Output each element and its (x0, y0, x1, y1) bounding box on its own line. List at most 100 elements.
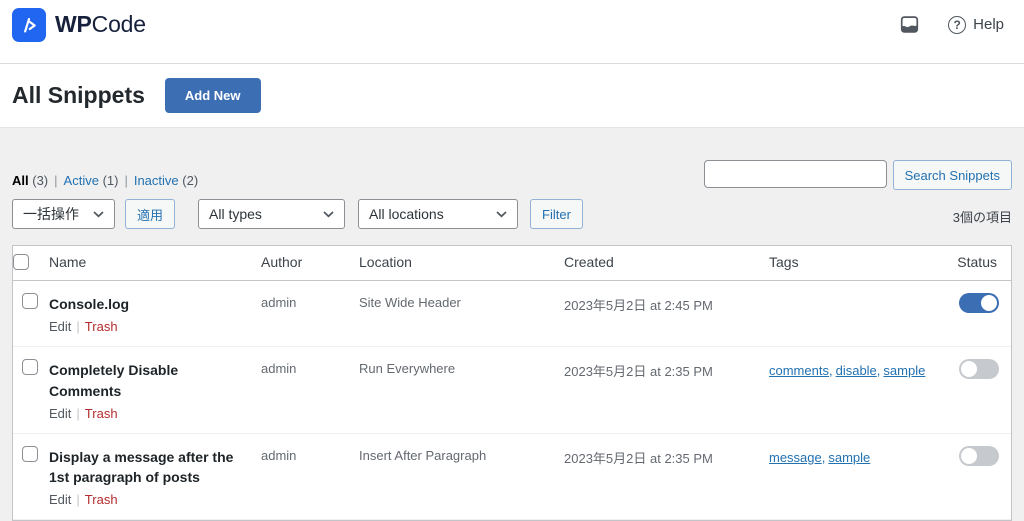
column-header-tags: Tags (769, 246, 919, 280)
snippet-name-link[interactable]: Console.log (49, 294, 129, 314)
status-filter-links: All (3) | Active (1) | Inactive (2) (12, 173, 198, 188)
page-title: All Snippets (12, 82, 145, 109)
help-button[interactable]: ? Help (948, 16, 1004, 34)
separator: | (54, 173, 57, 188)
status-toggle[interactable] (959, 293, 999, 313)
status-cell (919, 434, 1011, 520)
search-input[interactable] (704, 160, 887, 188)
tag-link[interactable]: message (769, 450, 822, 465)
type-filter-value: All types (209, 206, 262, 222)
trash-link[interactable]: Trash (85, 492, 118, 507)
tag-link[interactable]: sample (828, 450, 870, 465)
location-cell: Insert After Paragraph (359, 434, 564, 520)
toggle-knob (961, 448, 977, 464)
search-form: Search Snippets (704, 160, 1012, 190)
row-actions: Edit | Trash (49, 319, 237, 334)
type-filter-select[interactable]: All types (198, 199, 345, 229)
separator: | (76, 319, 79, 334)
chevron-down-icon (93, 211, 104, 218)
status-toggle[interactable] (959, 446, 999, 466)
column-header-location: Location (359, 246, 564, 280)
wpcode-logo-icon (12, 8, 46, 42)
status-toggle[interactable] (959, 359, 999, 379)
view-all-count: (3) (32, 173, 48, 188)
table-row: Console.log Edit|Trash admin Site Wide H… (13, 281, 1011, 347)
separator: , (822, 450, 826, 465)
author-cell: admin (261, 347, 359, 433)
created-cell: 2023年5月2日 at 2:35 PM (564, 347, 769, 433)
brand-code: Code (92, 11, 146, 37)
help-label: Help (973, 16, 1004, 33)
wpcode-brand: WPCode (12, 8, 146, 42)
row-checkbox[interactable] (22, 293, 38, 309)
view-inactive-link[interactable]: Inactive (2) (134, 173, 198, 188)
tags-cell: comments,disable,sample (769, 347, 919, 433)
chevron-down-icon (323, 211, 334, 218)
view-inactive-count: (2) (182, 173, 198, 188)
view-all-link[interactable]: All (3) (12, 173, 48, 188)
separator: | (124, 173, 127, 188)
view-all-label: All (12, 173, 29, 188)
column-header-author: Author (261, 246, 359, 280)
snippet-name-link[interactable]: Completely Disable Comments (49, 360, 237, 401)
chevron-down-icon (496, 211, 507, 218)
created-cell: 2023年5月2日 at 2:35 PM (564, 434, 769, 520)
edit-link[interactable]: Edit (49, 492, 71, 507)
tag-link[interactable]: comments (769, 363, 829, 378)
add-new-button[interactable]: Add New (165, 78, 261, 113)
name-cell: Display a message after the 1st paragrap… (49, 434, 261, 520)
name-cell: Console.log Edit | Trash (49, 281, 261, 346)
separator: , (829, 363, 833, 378)
row-actions: Edit | Trash (49, 492, 237, 507)
table-row: Completely Disable Comments Edit | Trash a… (13, 347, 1011, 434)
row-actions: Edit | Trash (49, 406, 237, 421)
view-active-count: (1) (103, 173, 119, 188)
page-header: All Snippets Add New (0, 64, 1024, 128)
edit-link[interactable]: Edit (49, 406, 71, 421)
column-header-status: Status (919, 246, 1011, 280)
brand-wp: WP (55, 11, 92, 37)
filter-button[interactable]: Filter (530, 199, 583, 229)
bulk-actions-row: 一括操作 適用 All types All locations Filter 3… (12, 199, 1012, 229)
table-row: Display a message after the 1st paragrap… (13, 434, 1011, 521)
row-checkbox-cell (13, 347, 49, 433)
status-cell (919, 281, 1011, 346)
location-filter-select[interactable]: All locations (358, 199, 518, 229)
separator: , (877, 363, 881, 378)
status-cell (919, 347, 1011, 433)
tags-cell: message,sample (769, 434, 919, 520)
view-active-link[interactable]: Active (1) (64, 173, 119, 188)
notifications-icon[interactable] (899, 14, 920, 35)
trash-link[interactable]: Trash (85, 319, 118, 334)
author-cell: admin (261, 281, 359, 346)
name-cell: Completely Disable Comments Edit | Trash (49, 347, 261, 433)
topbar-actions: ? Help (899, 14, 1004, 35)
column-header-name: Name (49, 246, 261, 280)
snippet-name-link[interactable]: Display a message after the 1st paragrap… (49, 447, 237, 488)
tag-link[interactable]: disable (836, 363, 877, 378)
created-cell: 2023年5月2日 at 2:45 PM (564, 281, 769, 346)
trash-link[interactable]: Trash (85, 406, 118, 421)
toggle-knob (961, 361, 977, 377)
separator: | (76, 406, 79, 421)
select-all-checkbox[interactable] (13, 254, 29, 270)
separator: | (76, 492, 79, 507)
row-checkbox-cell (13, 434, 49, 520)
snippets-table: Name Author Location Created Tags Status… (12, 245, 1012, 521)
row-checkbox[interactable] (22, 446, 38, 462)
edit-link[interactable]: Edit (49, 319, 71, 334)
search-snippets-button[interactable]: Search Snippets (893, 160, 1012, 190)
tags-cell (769, 281, 919, 346)
toggle-knob (981, 295, 997, 311)
view-inactive-label: Inactive (134, 173, 179, 188)
items-count: 3個の項目 (953, 207, 1012, 226)
question-icon: ? (948, 16, 966, 34)
apply-button[interactable]: 適用 (125, 199, 175, 229)
row-checkbox[interactable] (22, 359, 38, 375)
view-active-label: Active (64, 173, 99, 188)
bulk-action-select[interactable]: 一括操作 (12, 199, 115, 229)
content-area: All (3) | Active (1) | Inactive (2) Search S… (0, 128, 1024, 521)
column-header-created: Created (564, 246, 769, 280)
table-header-row: Name Author Location Created Tags Status (13, 246, 1011, 281)
list-toolbar: All (3) | Active (1) | Inactive (2) Search S… (12, 128, 1012, 190)
